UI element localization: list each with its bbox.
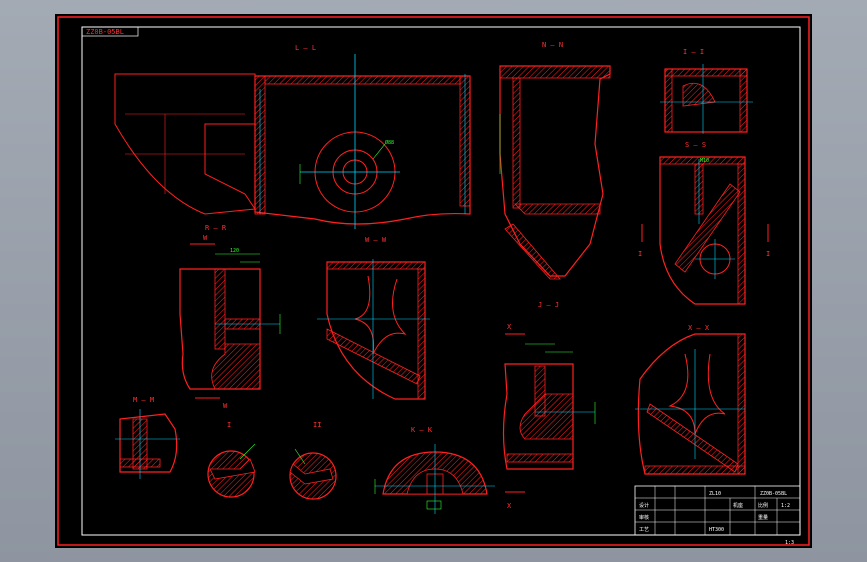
svg-text:120: 120	[230, 248, 239, 254]
stamp-text: ZZ0B-05BL	[86, 28, 124, 36]
section-SS-view: M10	[659, 156, 746, 305]
section-label-MM: M — M	[133, 396, 154, 404]
title-code: ZZ0B-05BL	[760, 491, 787, 497]
marker-I-right: I	[766, 250, 770, 258]
marker-X-top: X	[507, 323, 512, 331]
detail-label-II: II	[313, 421, 321, 429]
section-label-WW: W — W	[365, 236, 387, 244]
section-RR-view: 120	[179, 248, 281, 390]
section-LL-view: Ø88	[114, 54, 471, 229]
window-background: ZZ0B-05BL L — L Ø88 N — N I — I S — S M1…	[0, 0, 867, 562]
title-cell-3: 1:2	[781, 503, 790, 509]
svg-text:M10: M10	[700, 158, 709, 164]
detail-II-view	[289, 448, 337, 500]
title-cell-7: 工艺	[639, 527, 649, 533]
section-label-SS: S — S	[685, 141, 706, 149]
section-label-II: I — I	[683, 48, 704, 56]
marker-W-bottom: W	[223, 402, 228, 410]
cad-drawing: ZZ0B-05BL L — L Ø88 N — N I — I S — S M1…	[57, 16, 810, 546]
title-cell-4: 重量	[758, 514, 768, 521]
marker-W-top: W	[203, 234, 208, 242]
page-number: 1:3	[785, 540, 794, 546]
svg-text:Ø88: Ø88	[385, 139, 394, 146]
section-label-JJ: J — J	[538, 301, 559, 309]
title-cell-6: 审核	[639, 514, 649, 521]
section-label-RR: R — R	[205, 224, 227, 232]
section-NN-view	[499, 65, 611, 280]
section-WW-view	[317, 259, 430, 400]
detail-I-view	[207, 443, 256, 498]
drawing-sheet: ZZ0B-05BL L — L Ø88 N — N I — I S — S M1…	[55, 14, 812, 548]
section-KK-view	[374, 444, 495, 514]
section-JJ-view	[502, 343, 596, 470]
section-label-KK: K — K	[411, 426, 433, 434]
title-material: HT300	[709, 527, 724, 533]
title-name: 机座	[733, 502, 743, 509]
section-II-view	[660, 64, 753, 134]
detail-label-I: I	[227, 421, 231, 429]
marker-I-left: I	[638, 250, 642, 258]
marker-X-bottom: X	[507, 502, 512, 510]
title-cell-2: 比例	[758, 502, 768, 509]
section-label-LL: L — L	[295, 44, 316, 52]
section-XX-view	[635, 333, 746, 475]
section-label-XX: X — X	[688, 324, 710, 332]
title-cell-5: 设计	[639, 502, 649, 509]
title-cell-0: ZL10	[709, 491, 721, 497]
section-MM-view	[115, 409, 180, 479]
section-label-NN: N — N	[542, 41, 563, 49]
